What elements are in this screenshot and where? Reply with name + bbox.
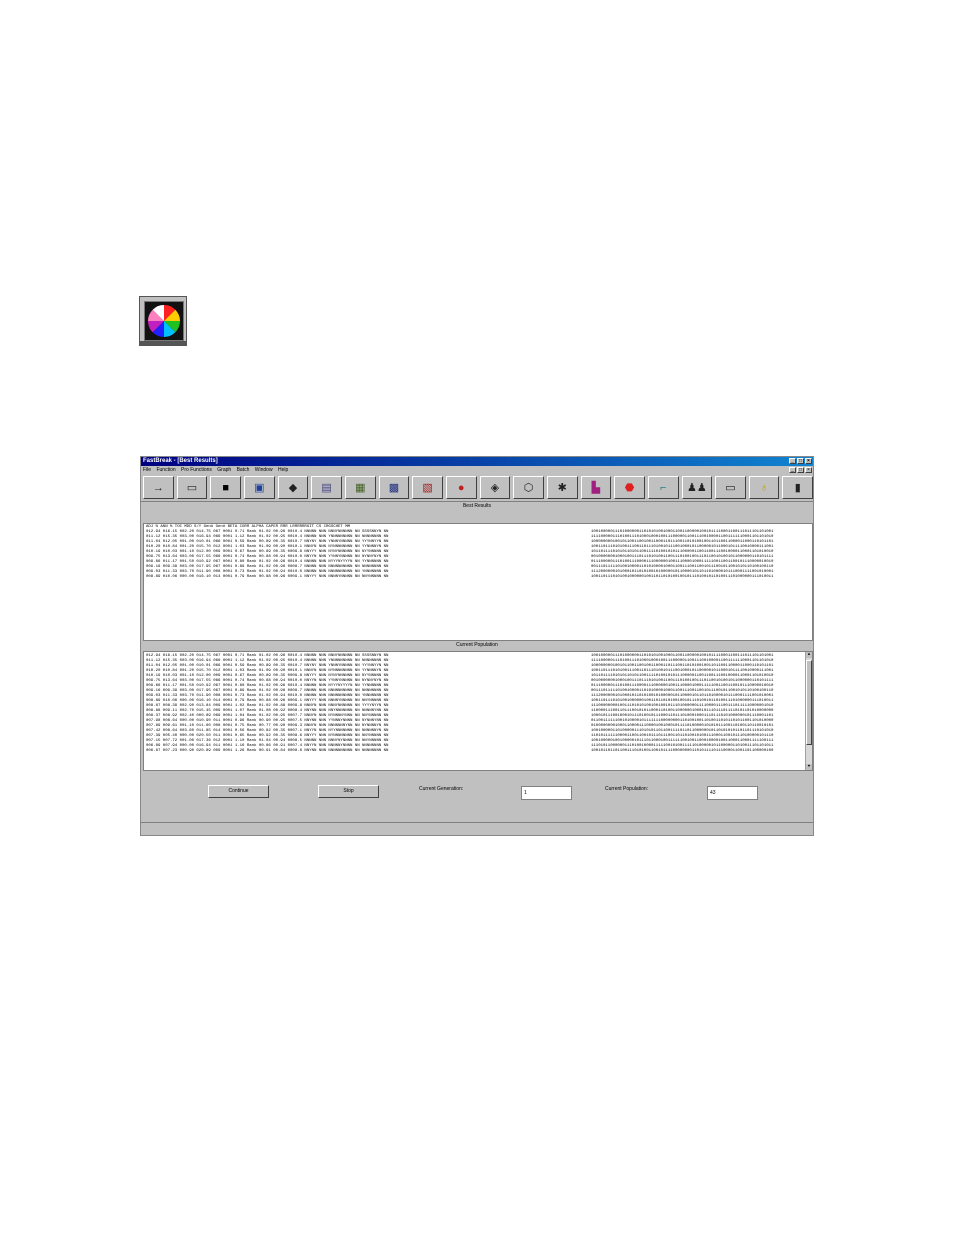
current-population-field[interactable]: 43 xyxy=(707,786,758,800)
menu-batch[interactable]: Batch xyxy=(237,467,250,473)
scroll-down-icon[interactable]: ▼ xyxy=(806,764,812,770)
icon-shadow-bar xyxy=(140,341,186,345)
menu-function[interactable]: Function xyxy=(156,467,175,473)
exit-door-icon[interactable]: ▮ xyxy=(782,476,813,499)
menu-window[interactable]: Window xyxy=(255,467,273,473)
menu-help[interactable]: Help xyxy=(278,467,288,473)
diamond-icon[interactable]: ◈ xyxy=(479,476,511,499)
mdi-restore-icon[interactable]: □ xyxy=(797,467,804,473)
best-results-list: 012.94 016.15 002.20 014.75 067 0001 0.7… xyxy=(144,530,812,580)
color-wheel-icon[interactable]: ● xyxy=(445,476,477,499)
color-wheel-graphic xyxy=(144,301,184,341)
report-icon[interactable]: ▧ xyxy=(412,476,443,499)
eraser-icon[interactable]: ◆ xyxy=(277,476,309,499)
scroll-up-icon[interactable]: ▲ xyxy=(806,652,812,658)
mdi-close-icon[interactable]: × xyxy=(805,467,812,473)
blue-book-icon[interactable]: ▣ xyxy=(243,476,275,499)
save-disk-icon[interactable]: ■ xyxy=(210,476,241,499)
menu-pro-functions[interactable]: Pro Functions xyxy=(181,467,212,473)
window-title: FastBreak - [Best Results] xyxy=(143,458,218,464)
menu-file[interactable]: File xyxy=(143,467,151,473)
open-folder-icon[interactable]: ▭ xyxy=(176,476,208,499)
current-population-count-label: Current Population: xyxy=(605,786,649,792)
mdi-minimize-icon[interactable]: _ xyxy=(789,467,796,473)
continue-button[interactable]: Continue xyxy=(208,785,269,798)
scroll-thumb[interactable] xyxy=(806,660,812,745)
arrow-icon[interactable]: → xyxy=(143,476,174,499)
current-generation-field[interactable]: 1 xyxy=(521,786,572,800)
color-wheel-icon xyxy=(148,305,180,337)
table-row[interactable]: 008.89 010.06 000.00 016.10 014 0001 0.7… xyxy=(144,575,812,580)
row-genome: 1001101110101001000000100110110101001001… xyxy=(591,575,774,579)
row-genome: 1001011011011001110101001100101111000000… xyxy=(591,749,774,753)
calendar-icon[interactable]: ▩ xyxy=(378,476,410,499)
fastbreak-logo-icon xyxy=(139,296,187,346)
menu-bar: File Function Pro Functions Graph Batch … xyxy=(141,466,813,474)
row-values: 006.87 007.23 000.90 020.89 009 0001 1.2… xyxy=(146,749,389,753)
status-bar xyxy=(141,822,813,835)
app-window: FastBreak - [Best Results] _ □ × File Fu… xyxy=(140,456,814,836)
best-results-label: Best Results xyxy=(141,502,813,510)
toolbar: → ▭ ■ ▣ ◆ ▤ ▦ ▩ ▧ ● ◈ ⬡ ✱ ▙ ⬣ ⌐ ♟♟ ▭ ♁ ▮ xyxy=(141,474,813,502)
light-bulb-icon[interactable]: ♁ xyxy=(748,476,780,499)
mdi-controls: _ □ × xyxy=(789,467,812,473)
best-results-panel[interactable]: ADJ % ANN % TOC MDD S/Y Gen# Gen# BETA C… xyxy=(143,523,813,641)
gear-octagon-icon[interactable]: ⬡ xyxy=(513,476,544,499)
current-population-label: Current Population xyxy=(141,641,813,649)
faucet-icon[interactable]: ⌐ xyxy=(647,476,679,499)
title-bar: FastBreak - [Best Results] _ □ × xyxy=(141,457,813,466)
stop-sign-icon[interactable]: ⬣ xyxy=(614,476,645,499)
people-icon[interactable]: ♟♟ xyxy=(681,476,713,499)
maximize-icon[interactable]: □ xyxy=(797,458,804,464)
row-values: 008.89 010.06 000.00 016.10 014 0001 0.7… xyxy=(146,575,389,579)
stop-button[interactable]: Stop xyxy=(318,785,379,798)
current-population-list: 012.94 016.15 002.20 014.75 067 0001 0.7… xyxy=(144,652,812,754)
bar-chart-icon[interactable]: ▙ xyxy=(580,476,612,499)
scatter-icon[interactable]: ✱ xyxy=(546,476,578,499)
document-icon[interactable]: ▤ xyxy=(311,476,342,499)
bus-icon[interactable]: ▭ xyxy=(715,476,746,499)
menu-graph[interactable]: Graph xyxy=(217,467,231,473)
minimize-icon[interactable]: _ xyxy=(789,458,796,464)
table-row[interactable]: 006.87 007.23 000.90 020.89 009 0001 1.2… xyxy=(144,749,812,754)
chart-icon[interactable]: ▦ xyxy=(344,476,376,499)
current-generation-label: Current Generation: xyxy=(419,786,464,792)
vertical-scrollbar[interactable]: ▲ ▼ xyxy=(805,652,812,770)
close-icon[interactable]: × xyxy=(805,458,812,464)
window-controls: _ □ × xyxy=(789,458,812,464)
current-population-panel[interactable]: 012.94 016.15 002.20 014.75 067 0001 0.7… xyxy=(143,651,813,771)
